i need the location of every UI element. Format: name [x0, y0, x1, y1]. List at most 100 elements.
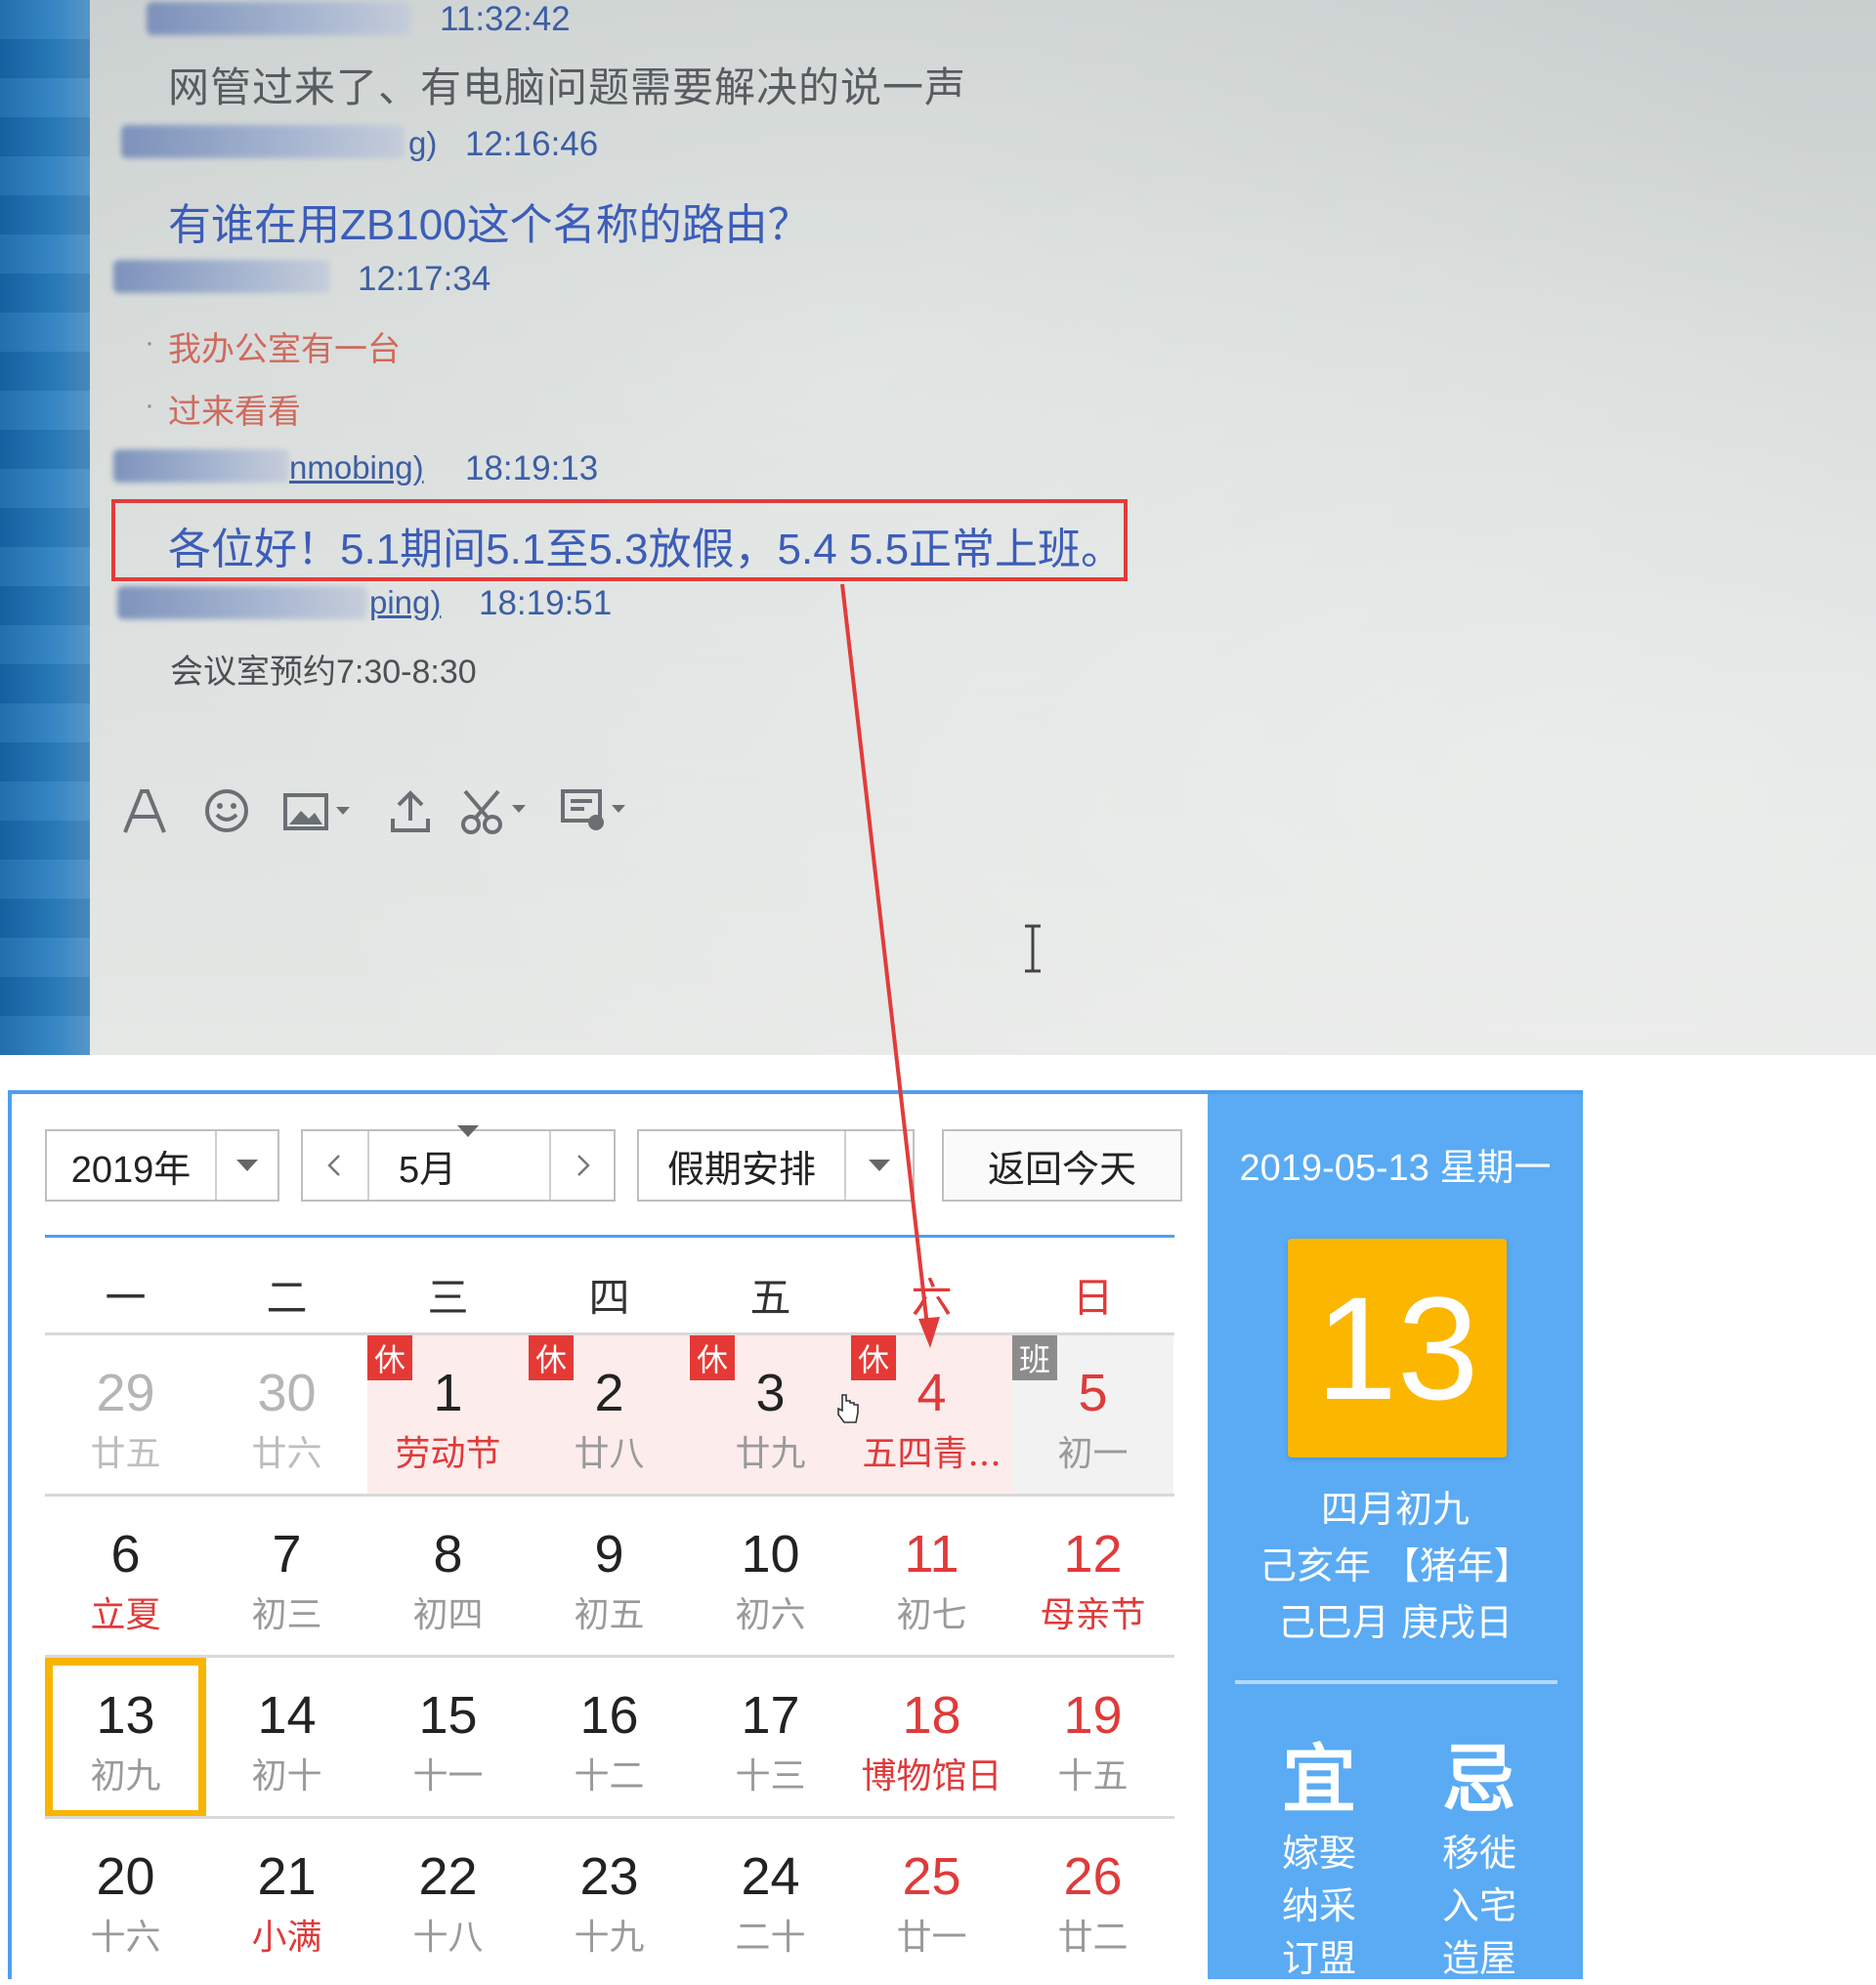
holiday-select[interactable]: 假期安排	[637, 1129, 915, 1202]
header-divider	[45, 1235, 1174, 1238]
ji-item: 移徙	[1441, 1832, 1516, 1875]
blurred-sender-name	[117, 586, 367, 619]
sender-name-suffix: nmobing)	[289, 449, 424, 486]
lunar-label: 十六	[90, 1918, 161, 1958]
calendar-day[interactable]: 班 5 初一	[1012, 1335, 1173, 1496]
chat-screen-photo: 11:32:42 网管过来了、有电脑问题需要解决的说一声 g) 12:16:46…	[0, 0, 1876, 1055]
message-text: 会议室预约7:30-8:30	[170, 654, 477, 691]
selected-date: 2019-05-13 星期一	[1239, 1148, 1552, 1189]
text-cursor-icon	[1023, 924, 1043, 973]
calendar-day[interactable]: 29 廿五	[45, 1335, 206, 1496]
calendar-day[interactable]: 17 十三	[690, 1658, 851, 1818]
calendar-day[interactable]: 7 初三	[206, 1497, 367, 1657]
day-number: 9	[594, 1525, 624, 1584]
blurred-sender-name	[147, 2, 410, 35]
prev-month-button[interactable]	[303, 1131, 367, 1200]
chevron-down-icon[interactable]	[215, 1131, 277, 1200]
day-number: 21	[257, 1847, 317, 1906]
calendar-day[interactable]: 9 初五	[529, 1497, 690, 1657]
calendar-day[interactable]: 休 1 劳动节	[367, 1335, 529, 1496]
lunar-label: 廿九	[735, 1434, 806, 1474]
month-day-ganzhi: 己巳月 庚戌日	[1277, 1601, 1514, 1644]
day-number: 12	[1063, 1525, 1123, 1584]
sender-name-suffix: g)	[408, 125, 438, 161]
message-text: 网管过来了、有电脑问题需要解决的说一声	[168, 64, 967, 110]
lunar-label: 十八	[412, 1918, 484, 1958]
calendar-day[interactable]: 10 初六	[690, 1497, 851, 1657]
lunar-label: 小满	[251, 1918, 322, 1958]
day-detail-panel: 2019-05-13 星期一 13 四月初九 己亥年 【猪年】 己巳月 庚戌日 …	[1208, 1094, 1583, 1980]
calendar-day[interactable]: 23 十九	[529, 1819, 690, 1979]
upload-icon[interactable]	[381, 781, 440, 840]
lunar-date: 四月初九	[1320, 1488, 1470, 1531]
lunar-label: 初五	[574, 1595, 645, 1635]
day-number: 10	[741, 1525, 800, 1584]
month-select[interactable]: 5月	[301, 1125, 616, 1202]
inauspicious-column: 忌 移徙 入宅 造屋	[1411, 1719, 1548, 1985]
blurred-sender-name	[113, 260, 330, 293]
calendar-day[interactable]: 30 廿六	[206, 1335, 367, 1496]
lunar-label: 廿一	[896, 1918, 967, 1958]
lunar-label: 初十	[251, 1756, 322, 1796]
calendar-day[interactable]: 19 十五	[1012, 1658, 1173, 1818]
emoji-icon[interactable]	[197, 781, 256, 840]
scissors-icon[interactable]	[457, 781, 535, 840]
calendar-day[interactable]: 休 3 廿九	[690, 1335, 851, 1496]
day-number: 20	[96, 1847, 155, 1906]
lunar-label: 立夏	[90, 1595, 161, 1635]
lunar-label: 劳动节	[395, 1434, 501, 1474]
message-timestamp: 12:16:46	[465, 125, 599, 163]
day-number: 30	[257, 1364, 317, 1422]
lunar-label: 廿五	[90, 1434, 161, 1474]
highlight-box	[111, 499, 1128, 581]
day-number: 14	[257, 1686, 317, 1745]
calendar-day[interactable]: 6 立夏	[45, 1497, 206, 1657]
lunar-label: 二十	[735, 1918, 806, 1958]
year-select[interactable]: 2019年	[45, 1129, 279, 1202]
auspicious-column: 宜 嫁娶 纳采 订盟	[1251, 1719, 1387, 1985]
message-text: 过来看看	[168, 394, 301, 431]
calendar-week-row: 13 初九 14 初十 15 十一 16 十二 17 十三 18 博物馆日 19 十五	[45, 1655, 1174, 1818]
big-day-number: 13	[1288, 1239, 1507, 1457]
calendar-day[interactable]: 16 十二	[529, 1658, 690, 1818]
calendar-day[interactable]: 12 母亲节	[1012, 1497, 1173, 1657]
day-number: 19	[1063, 1686, 1123, 1745]
day-number: 7	[272, 1525, 302, 1584]
calendar-day[interactable]: 25 廿一	[851, 1819, 1012, 1979]
calendar-day[interactable]: 14 初十	[206, 1658, 367, 1818]
day-number: 3	[755, 1364, 786, 1422]
day-number: 2	[594, 1364, 624, 1422]
lunar-label: 初三	[251, 1595, 322, 1635]
calendar-day[interactable]: 20 十六	[45, 1819, 206, 1979]
calendar-day[interactable]: 24 二十	[690, 1819, 851, 1979]
chevron-down-icon[interactable]	[844, 1131, 913, 1200]
day-number: 13	[96, 1686, 155, 1745]
calendar-day[interactable]: 26 廿二	[1012, 1819, 1173, 1979]
lunar-label: 十五	[1057, 1756, 1129, 1796]
calendar-day[interactable]: 21 小满	[206, 1819, 367, 1979]
lunar-label: 初九	[90, 1756, 161, 1796]
chat-history-icon[interactable]	[557, 781, 635, 840]
font-icon[interactable]	[115, 781, 174, 840]
image-icon[interactable]	[279, 781, 358, 840]
calendar-day[interactable]: 休 4 五四青...	[851, 1335, 1012, 1496]
calendar-day[interactable]: 11 初七	[851, 1497, 1012, 1657]
lunar-label: 廿八	[574, 1434, 645, 1474]
calendar-day[interactable]: 休 2 廿八	[529, 1335, 690, 1496]
calendar-day[interactable]: 18 博物馆日	[851, 1658, 1012, 1818]
next-month-button[interactable]	[549, 1131, 614, 1200]
back-to-today-button[interactable]: 返回今天	[942, 1129, 1182, 1202]
ji-title: 忌	[1442, 1736, 1516, 1823]
day-number: 15	[418, 1686, 478, 1745]
lunar-label: 廿六	[251, 1434, 322, 1474]
lunar-label: 十三	[735, 1756, 806, 1796]
lunar-label: 母亲节	[1040, 1595, 1146, 1635]
day-number: 1	[433, 1364, 463, 1422]
day-number: 18	[902, 1686, 961, 1745]
calendar-day[interactable]: 8 初四	[367, 1497, 529, 1657]
day-number: 22	[418, 1847, 478, 1906]
calendar-day[interactable]: 22 十八	[367, 1819, 529, 1979]
calendar-day-today[interactable]: 13 初九	[45, 1658, 206, 1818]
calendar-day[interactable]: 15 十一	[367, 1658, 529, 1818]
day-number: 11	[904, 1525, 959, 1584]
